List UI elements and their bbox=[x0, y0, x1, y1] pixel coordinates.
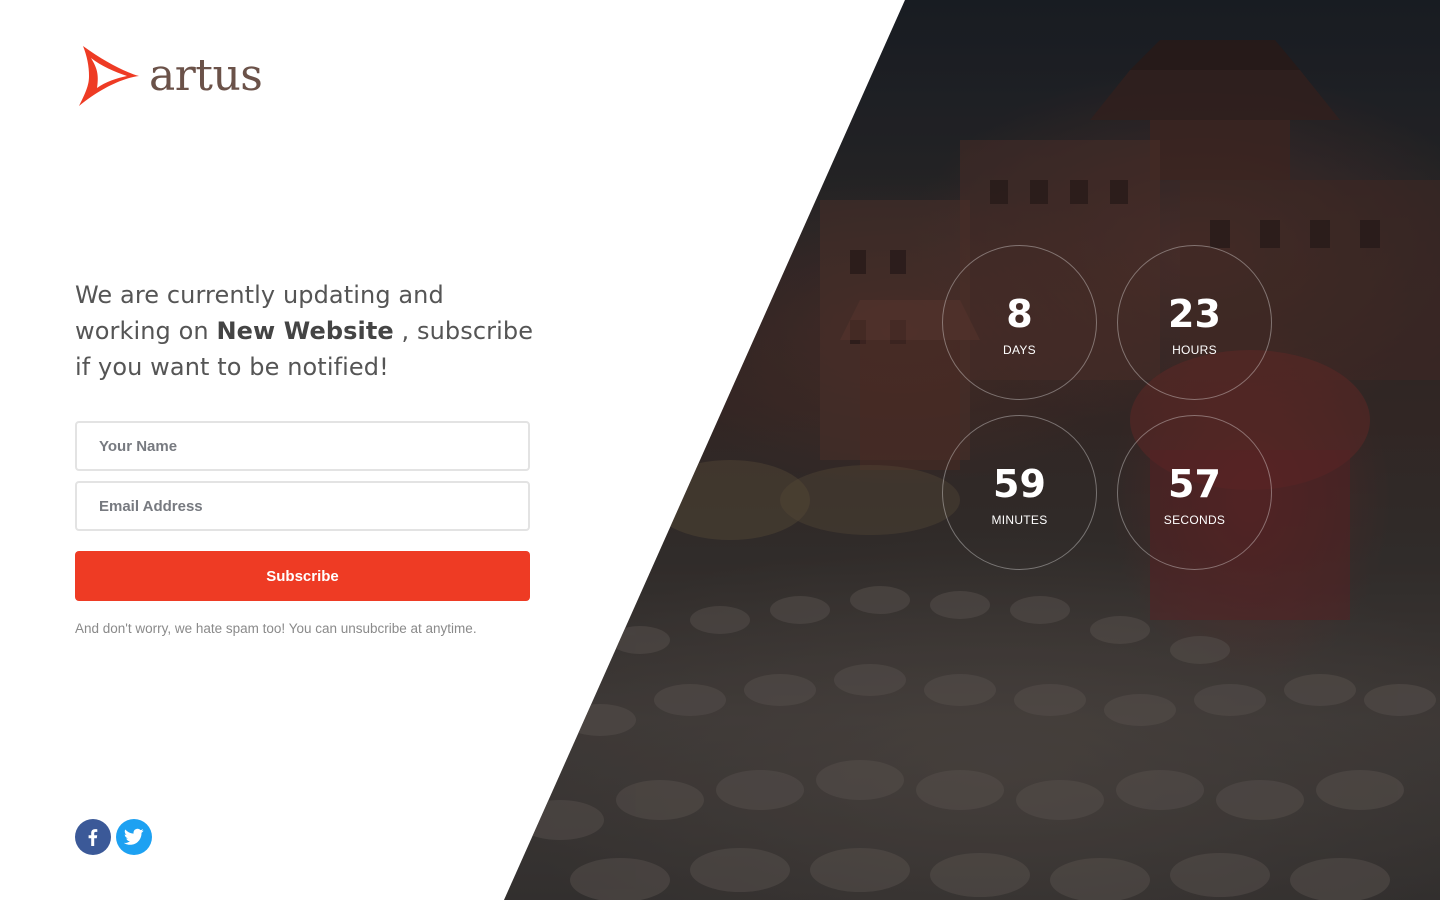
name-input[interactable] bbox=[99, 423, 528, 469]
facebook-icon bbox=[88, 829, 98, 846]
brand-name: artus bbox=[149, 50, 263, 101]
countdown-days: 8 DAYS bbox=[942, 245, 1097, 400]
hours-label: HOURS bbox=[1172, 342, 1217, 357]
twitter-icon bbox=[124, 828, 144, 845]
countdown-minutes: 59 MINUTES bbox=[942, 415, 1097, 570]
brand-logo[interactable]: artus bbox=[75, 44, 263, 108]
minutes-value: 59 bbox=[993, 461, 1046, 506]
headline-highlight: New Website bbox=[216, 317, 394, 345]
twitter-button[interactable] bbox=[116, 819, 152, 855]
countdown-seconds: 57 SECONDS bbox=[1117, 415, 1272, 570]
countdown-hours: 23 HOURS bbox=[1117, 245, 1272, 400]
social-links bbox=[75, 819, 152, 855]
days-label: DAYS bbox=[1003, 342, 1036, 357]
minutes-label: MINUTES bbox=[991, 512, 1048, 527]
email-field-container bbox=[75, 481, 530, 531]
spam-note: And don't worry, we hate spam too! You c… bbox=[75, 621, 477, 636]
facebook-button[interactable] bbox=[75, 819, 111, 855]
subscribe-button[interactable]: Subscribe bbox=[75, 551, 530, 601]
name-field-container bbox=[75, 421, 530, 471]
email-input[interactable] bbox=[99, 483, 528, 529]
hours-value: 23 bbox=[1168, 291, 1221, 336]
days-value: 8 bbox=[1006, 291, 1033, 336]
seconds-value: 57 bbox=[1168, 461, 1221, 506]
seconds-label: SECONDS bbox=[1163, 512, 1226, 527]
page-headline: We are currently updating and working on… bbox=[75, 277, 545, 385]
triangle-swoosh-logo-icon bbox=[79, 46, 139, 106]
